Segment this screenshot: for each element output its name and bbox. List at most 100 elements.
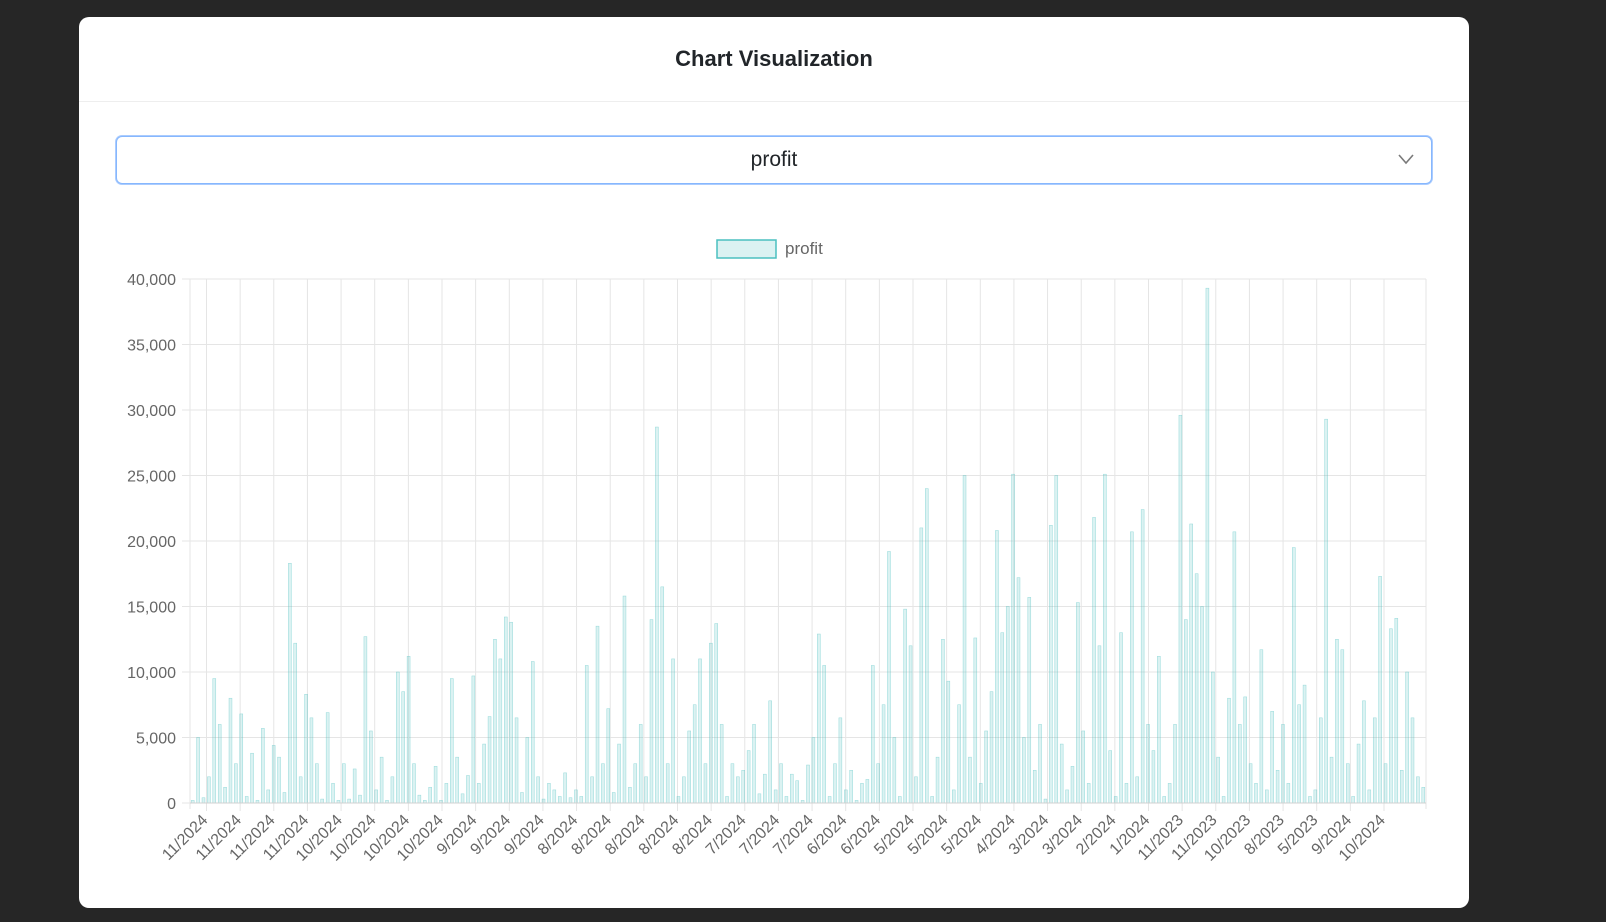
bar [1157,656,1161,804]
bar [660,586,665,804]
bar [844,789,848,804]
bar [1292,547,1296,804]
bar [628,787,632,804]
bar [1200,606,1204,804]
y-tick-label: 15,000 [127,600,176,617]
bar [1135,776,1139,804]
bar [1178,414,1183,804]
bar [412,763,416,804]
bar [1286,783,1291,804]
bar [347,798,351,804]
bar [1243,696,1247,804]
bar [714,623,718,804]
bar [871,665,875,804]
bar [1340,649,1345,804]
bar [962,475,967,804]
bar [514,717,519,804]
bar [450,678,454,804]
bar [957,704,961,804]
bar [1140,509,1145,804]
bar [978,783,983,804]
bar [1302,684,1307,804]
bar [951,789,956,804]
bar [1421,787,1426,804]
bar [984,730,988,804]
bar [1410,717,1415,804]
y-tick-label: 25,000 [127,469,176,486]
bar [568,797,573,804]
bar [1043,798,1048,804]
bar [428,787,432,804]
bar [611,792,616,804]
bar [1016,577,1021,804]
bar [1011,473,1015,804]
bar [228,697,233,804]
bar [1119,632,1123,804]
bar [1356,743,1361,804]
bar [822,665,826,804]
bar [833,763,837,804]
bar [223,787,227,804]
bar [1248,763,1253,804]
bar [741,770,745,804]
bar [196,737,200,804]
bar [460,793,465,804]
bar [552,789,557,804]
bar [649,619,654,804]
bar [520,792,524,804]
bar [644,776,648,804]
bar [763,773,767,804]
bar [676,796,681,804]
bar [455,756,459,804]
bar [838,717,843,804]
bar [1265,789,1269,804]
legend-label: profit [785,239,823,258]
bar [1319,717,1323,804]
modal-title: Chart Visualization [675,46,873,71]
bar [1108,750,1112,804]
bar [1416,776,1420,804]
bar [768,700,772,804]
bar [919,527,924,804]
y-tick-label: 5,000 [136,731,176,748]
y-tick-label: 20,000 [127,534,176,551]
bar [266,789,270,804]
bar [584,665,589,804]
bar [1027,597,1032,804]
bar [1173,724,1177,804]
bar [217,724,222,804]
bar [1313,789,1318,804]
bar [709,642,713,804]
bar [1232,531,1237,804]
bar [1329,756,1334,804]
bar [1346,763,1350,804]
bar [331,783,335,804]
bar [617,743,621,804]
bar [601,763,605,804]
bar [687,730,691,804]
bar [1254,783,1258,804]
bar [1086,783,1091,804]
bar [914,776,918,804]
bar [849,770,853,804]
y-tick-label: 10,000 [127,665,176,682]
bar [563,772,567,804]
bar [633,763,638,804]
y-tick-label: 30,000 [127,403,176,420]
bar [665,763,670,804]
bar [1194,573,1199,804]
metric-select[interactable]: profit [116,136,1432,184]
bar [1238,724,1242,804]
bar [1081,730,1086,804]
bar [773,789,778,804]
bar [342,763,346,804]
bar [1049,525,1053,804]
y-tick-label: 0 [167,796,176,813]
bar [746,750,751,804]
bar [1103,473,1107,804]
bar [622,595,627,804]
modal-header: Chart Visualization [79,17,1469,102]
bar [234,763,238,804]
bar [595,625,600,804]
bar [1378,576,1382,804]
